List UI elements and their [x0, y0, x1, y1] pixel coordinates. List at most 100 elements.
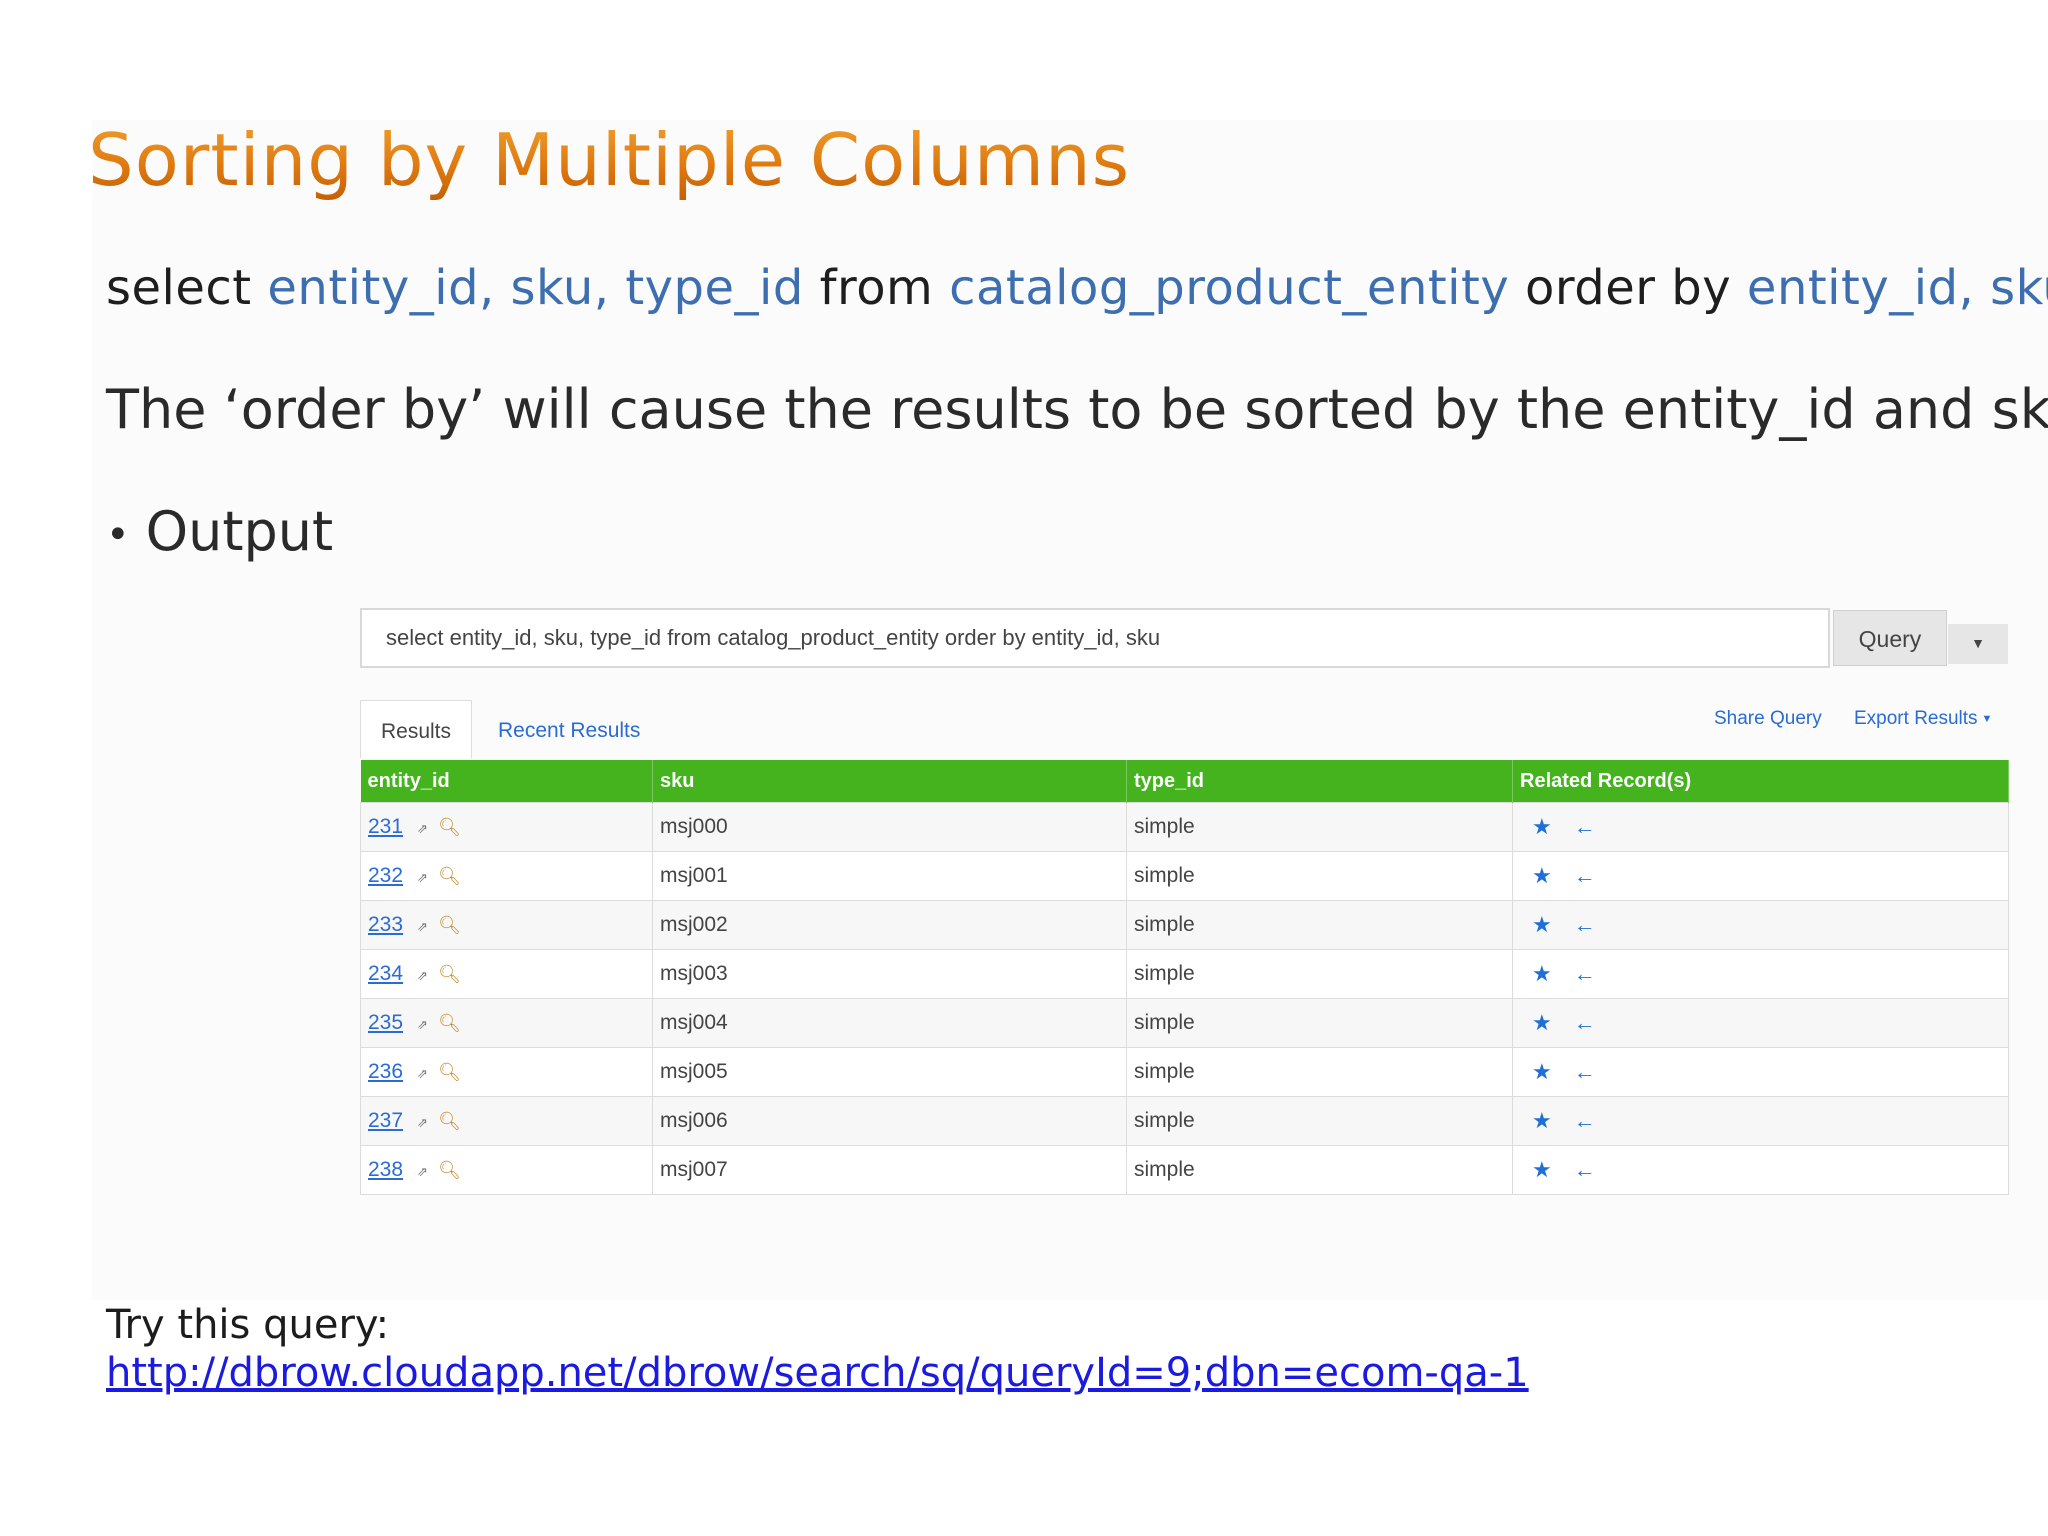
entity-id-link[interactable]: 233 [368, 913, 403, 936]
entity-id-link[interactable]: 238 [368, 1158, 403, 1181]
sql-select-keyword: select [106, 260, 252, 316]
magnifier-icon[interactable]: 🔍︎ [438, 964, 461, 984]
sql-columns: entity_id, sku, type_id [267, 260, 804, 316]
related-records-cell: ★ ← [1512, 802, 2009, 852]
star-icon[interactable]: ★ [1532, 1010, 1552, 1035]
magnifier-icon[interactable]: 🔍︎ [438, 1062, 461, 1082]
share-query-link[interactable]: Share Query [1714, 708, 1822, 730]
caret-down-icon: ▼ [1971, 635, 1985, 651]
star-icon[interactable]: ★ [1532, 814, 1552, 839]
output-bullet: • Output [106, 500, 333, 563]
sku-cell: msj003 [652, 949, 1127, 999]
type-id-cell: simple [1126, 802, 1513, 852]
arrow-left-icon[interactable]: ← [1574, 863, 1596, 888]
star-icon[interactable]: ★ [1532, 912, 1552, 937]
magnifier-icon[interactable]: 🔍︎ [438, 1111, 461, 1131]
entity-id-link[interactable]: 232 [368, 864, 403, 887]
table-row: 238 ⇗ 🔍︎ msj007 simple ★ ← [360, 1145, 2009, 1195]
type-id-cell: simple [1126, 1145, 1513, 1195]
arrow-left-icon[interactable]: ← [1574, 1059, 1596, 1084]
external-link-icon[interactable]: ⇗ [417, 821, 428, 836]
entity-id-cell: 231 ⇗ 🔍︎ [360, 802, 653, 852]
arrow-left-icon[interactable]: ← [1574, 1157, 1596, 1182]
tab-recent-results[interactable]: Recent Results [498, 700, 640, 758]
export-results-label: Export Results [1854, 708, 1978, 729]
table-row: 233 ⇗ 🔍︎ msj002 simple ★ ← [360, 900, 2009, 950]
entity-id-cell: 238 ⇗ 🔍︎ [360, 1145, 653, 1195]
sku-cell: msj004 [652, 998, 1127, 1048]
external-link-icon[interactable]: ⇗ [417, 1164, 428, 1179]
table-row: 234 ⇗ 🔍︎ msj003 simple ★ ← [360, 949, 2009, 999]
sql-table: catalog_product_entity [949, 260, 1510, 316]
column-header-type-id[interactable]: type_id [1126, 760, 1513, 803]
star-icon[interactable]: ★ [1532, 1108, 1552, 1133]
query-button[interactable]: Query [1833, 610, 1947, 666]
sku-cell: msj002 [652, 900, 1127, 950]
table-header-row: entity_id sku type_id Related Record(s) [360, 760, 2009, 803]
entity-id-link[interactable]: 236 [368, 1060, 403, 1083]
related-records-cell: ★ ← [1512, 1096, 2009, 1146]
type-id-cell: simple [1126, 1047, 1513, 1097]
external-link-icon[interactable]: ⇗ [417, 1066, 428, 1081]
magnifier-icon[interactable]: 🔍︎ [438, 1160, 461, 1180]
type-id-cell: simple [1126, 998, 1513, 1048]
bullet-dot: • [106, 512, 130, 559]
sku-cell: msj005 [652, 1047, 1127, 1097]
caret-down-icon: ▼ [1981, 712, 1993, 725]
sql-order-keyword: order by [1525, 260, 1732, 316]
arrow-left-icon[interactable]: ← [1574, 961, 1596, 986]
star-icon[interactable]: ★ [1532, 863, 1552, 888]
arrow-left-icon[interactable]: ← [1574, 912, 1596, 937]
tab-results[interactable]: Results [360, 700, 472, 758]
try-query-label: Try this query: [106, 1302, 390, 1348]
table-row: 237 ⇗ 🔍︎ msj006 simple ★ ← [360, 1096, 2009, 1146]
sku-cell: msj000 [652, 802, 1127, 852]
try-query-link[interactable]: http://dbrow.cloudapp.net/dbrow/search/s… [106, 1350, 1529, 1396]
related-records-cell: ★ ← [1512, 851, 2009, 901]
star-icon[interactable]: ★ [1532, 961, 1552, 986]
type-id-cell: simple [1126, 851, 1513, 901]
external-link-icon[interactable]: ⇗ [417, 919, 428, 934]
star-icon[interactable]: ★ [1532, 1059, 1552, 1084]
type-id-cell: simple [1126, 1096, 1513, 1146]
table-row: 232 ⇗ 🔍︎ msj001 simple ★ ← [360, 851, 2009, 901]
entity-id-link[interactable]: 235 [368, 1011, 403, 1034]
external-link-icon[interactable]: ⇗ [417, 870, 428, 885]
magnifier-icon[interactable]: 🔍︎ [438, 866, 461, 886]
entity-id-link[interactable]: 234 [368, 962, 403, 985]
entity-id-cell: 236 ⇗ 🔍︎ [360, 1047, 653, 1097]
output-label: Output [145, 500, 334, 563]
entity-id-link[interactable]: 237 [368, 1109, 403, 1132]
sku-cell: msj001 [652, 851, 1127, 901]
magnifier-icon[interactable]: 🔍︎ [438, 915, 461, 935]
sku-cell: msj007 [652, 1145, 1127, 1195]
related-records-cell: ★ ← [1512, 900, 2009, 950]
column-header-sku[interactable]: sku [652, 760, 1127, 803]
entity-id-cell: 234 ⇗ 🔍︎ [360, 949, 653, 999]
column-header-entity-id[interactable]: entity_id [360, 760, 653, 803]
sql-order-columns: entity_id, sku [1746, 260, 2048, 316]
arrow-left-icon[interactable]: ← [1574, 1010, 1596, 1035]
query-app-screenshot: select entity_id, sku, type_id from cata… [358, 608, 2009, 1208]
external-link-icon[interactable]: ⇗ [417, 1017, 428, 1032]
magnifier-icon[interactable]: 🔍︎ [438, 817, 461, 837]
entity-id-link[interactable]: 231 [368, 815, 403, 838]
external-link-icon[interactable]: ⇗ [417, 1115, 428, 1130]
magnifier-icon[interactable]: 🔍︎ [438, 1013, 461, 1033]
column-header-related-records: Related Record(s) [1512, 760, 2009, 803]
related-records-cell: ★ ← [1512, 1047, 2009, 1097]
related-records-cell: ★ ← [1512, 1145, 2009, 1195]
entity-id-cell: 237 ⇗ 🔍︎ [360, 1096, 653, 1146]
arrow-left-icon[interactable]: ← [1574, 814, 1596, 839]
table-row: 235 ⇗ 🔍︎ msj004 simple ★ ← [360, 998, 2009, 1048]
export-results-dropdown[interactable]: Export Results ▼ [1854, 708, 1992, 730]
entity-id-cell: 232 ⇗ 🔍︎ [360, 851, 653, 901]
query-dropdown-toggle[interactable]: ▼ [1948, 624, 2008, 664]
type-id-cell: simple [1126, 949, 1513, 999]
sku-cell: msj006 [652, 1096, 1127, 1146]
related-records-cell: ★ ← [1512, 949, 2009, 999]
arrow-left-icon[interactable]: ← [1574, 1108, 1596, 1133]
query-input[interactable]: select entity_id, sku, type_id from cata… [360, 608, 1830, 668]
star-icon[interactable]: ★ [1532, 1157, 1552, 1182]
external-link-icon[interactable]: ⇗ [417, 968, 428, 983]
